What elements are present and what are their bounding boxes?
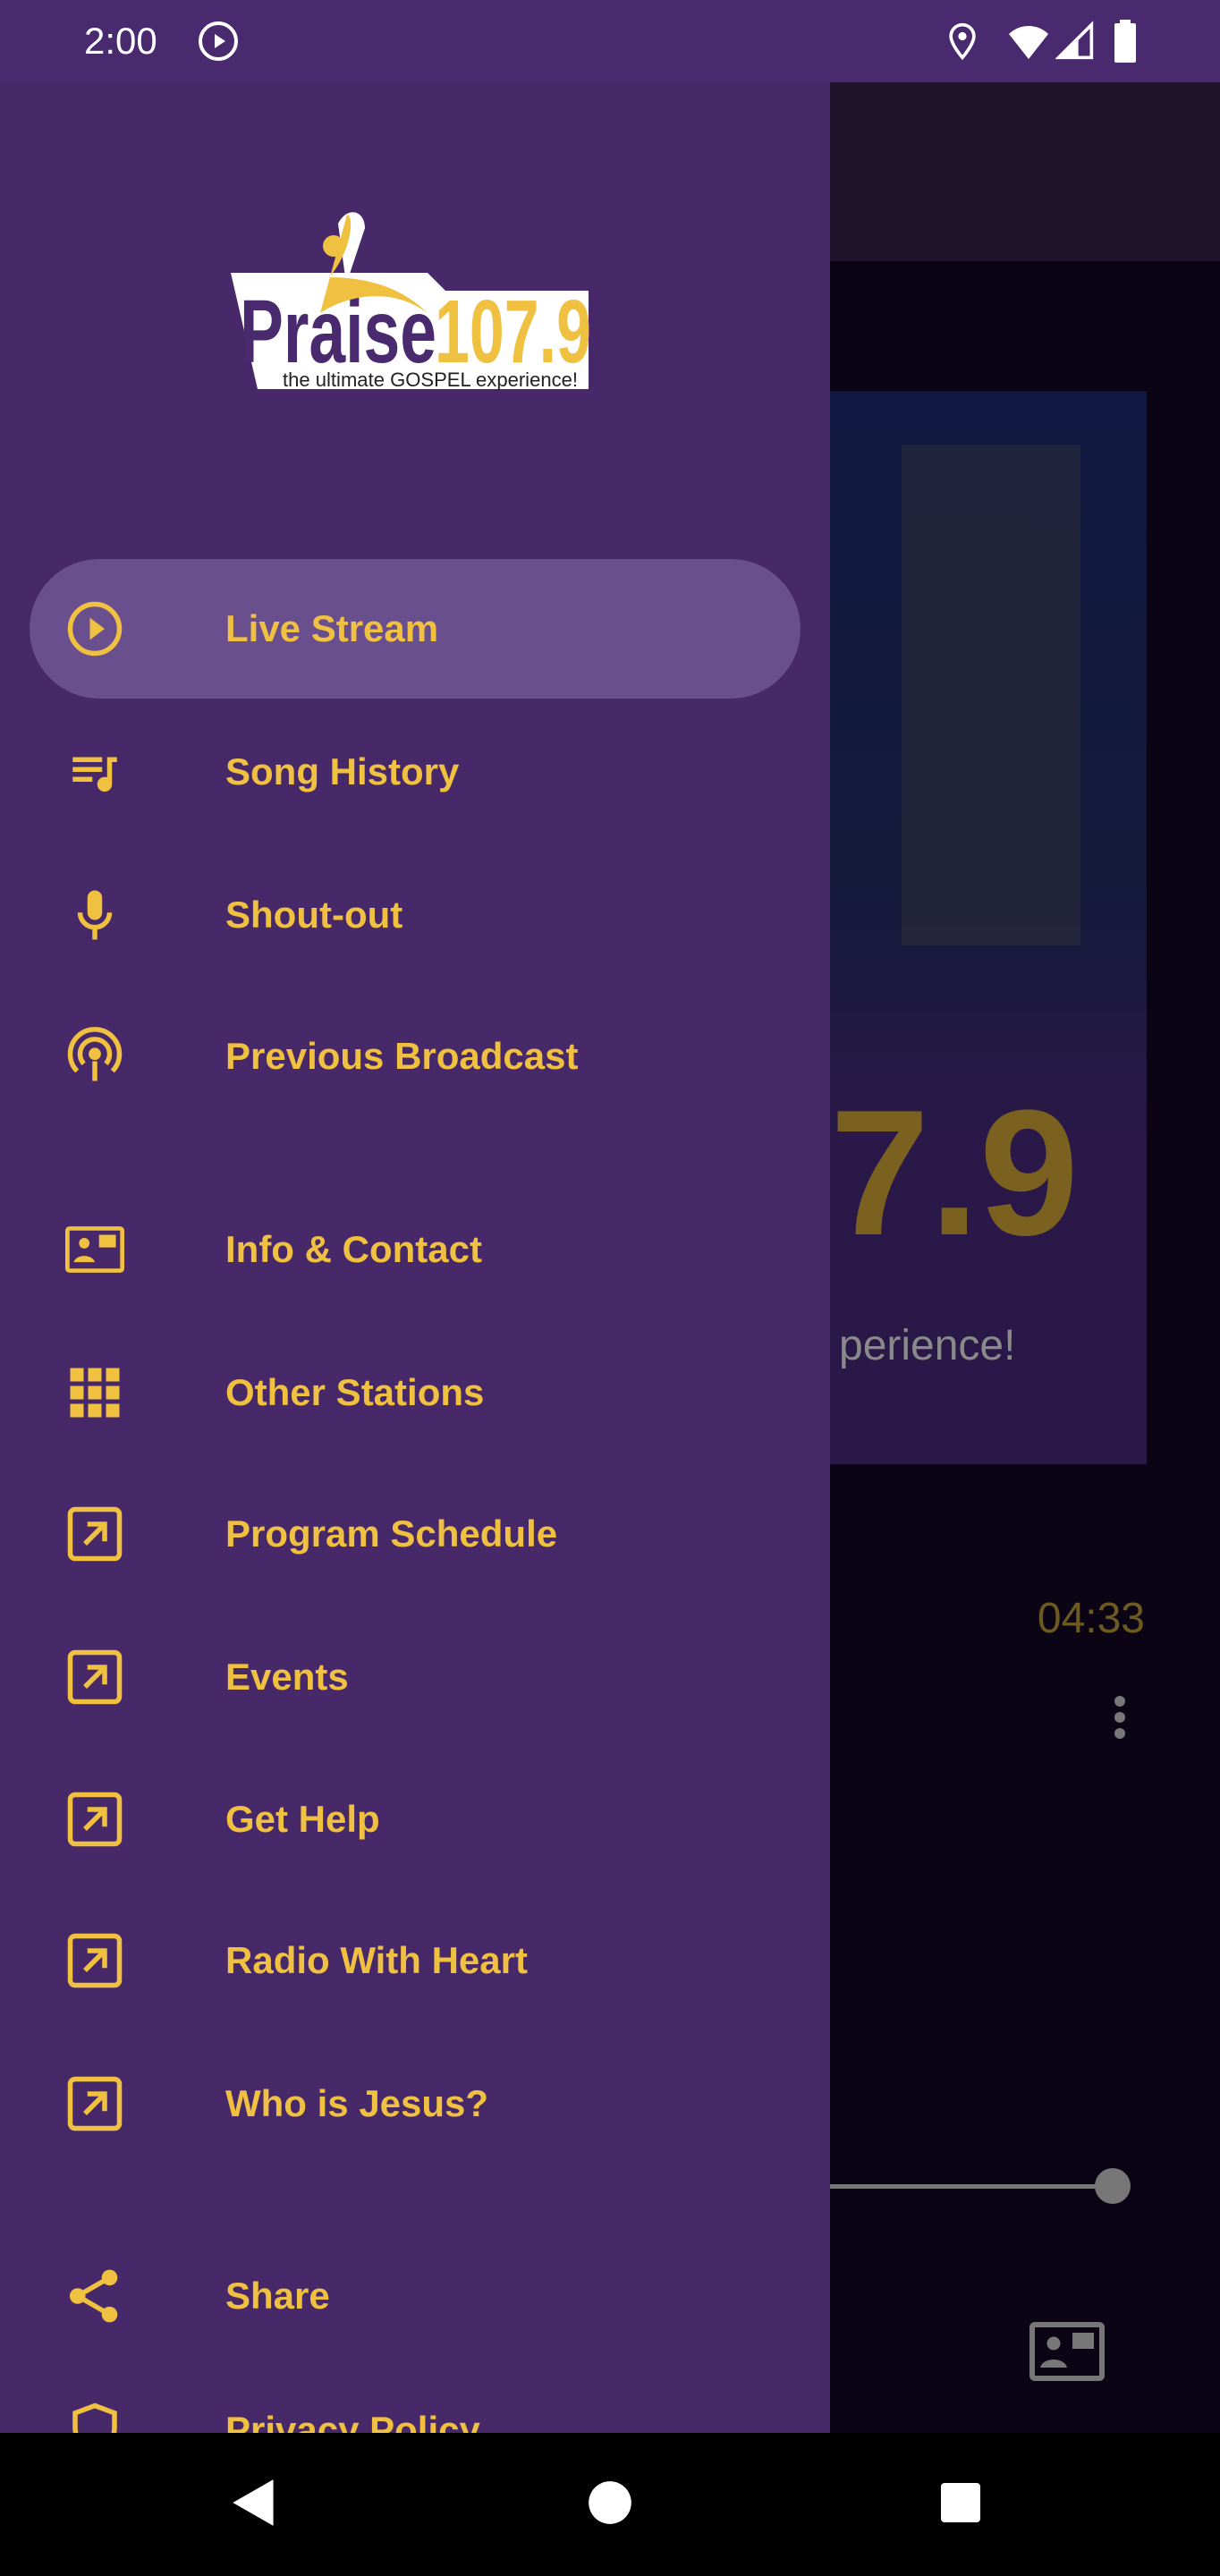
- menu-item-label: Song History: [225, 750, 460, 792]
- menu-item-label: Who is Jesus?: [225, 2082, 489, 2124]
- external-link-icon: [65, 1931, 124, 1990]
- menu-item-live-stream[interactable]: Live Stream: [30, 559, 801, 699]
- contact-card-icon: [65, 1220, 124, 1279]
- menu-item-label: Program Schedule: [225, 1513, 558, 1555]
- menu-item-label: Live Stream: [225, 607, 439, 649]
- signal-icon: [1055, 21, 1094, 60]
- menu-item-info-contact[interactable]: Info & Contact: [30, 1180, 801, 1319]
- menu-item-label: Get Help: [225, 1798, 380, 1840]
- menu-item-label: Info & Contact: [225, 1228, 482, 1270]
- station-artwork: 7.9 perience!: [830, 391, 1147, 1464]
- svg-text:the ultimate GOSPEL experience: the ultimate GOSPEL experience!: [283, 369, 578, 391]
- share-icon: [65, 2267, 124, 2326]
- menu-item-other-stations[interactable]: Other Stations: [30, 1323, 801, 1462]
- slider-knob[interactable]: [1095, 2168, 1131, 2204]
- menu-item-label: Other Stations: [225, 1371, 485, 1413]
- menu-item-label: Share: [225, 2275, 330, 2317]
- contact-card-icon[interactable]: [1029, 2322, 1106, 2381]
- track-duration: 04:33: [1037, 1595, 1145, 1642]
- app-bar: [830, 82, 1220, 261]
- external-link-icon: [65, 1790, 124, 1849]
- shield-icon: [65, 2401, 124, 2433]
- home-button[interactable]: [587, 2479, 633, 2526]
- play-circle-icon: [65, 599, 124, 658]
- menu-item-who-is-jesus[interactable]: Who is Jesus?: [30, 2034, 801, 2174]
- play-circle-icon: [199, 21, 238, 61]
- recents-button[interactable]: [939, 2481, 982, 2524]
- status-bar: 2:00: [0, 0, 1220, 82]
- menu-item-radio-with-heart[interactable]: Radio With Heart: [30, 1891, 801, 2030]
- menu-item-song-history[interactable]: Song History: [30, 702, 801, 842]
- menu-item-label: Radio With Heart: [225, 1939, 528, 1981]
- menu-item-get-help[interactable]: Get Help: [30, 1750, 801, 1889]
- menu-item-label: Events: [225, 1656, 349, 1698]
- wifi-icon: [1009, 26, 1048, 59]
- grid-icon: [65, 1363, 124, 1422]
- svg-text:107.9: 107.9: [435, 282, 591, 382]
- status-time: 2:00: [84, 20, 157, 62]
- external-link-icon: [65, 1504, 124, 1563]
- playlist-icon: [65, 742, 124, 801]
- external-link-icon: [65, 1648, 124, 1707]
- menu-item-label: Previous Broadcast: [225, 1035, 579, 1077]
- menu-item-label: Shout-out: [225, 894, 403, 936]
- back-button[interactable]: [231, 2478, 277, 2528]
- menu-item-program-schedule[interactable]: Program Schedule: [30, 1464, 801, 1604]
- progress-slider[interactable]: [830, 2184, 1113, 2189]
- menu-item-events[interactable]: Events: [30, 1607, 801, 1747]
- menu-item-privacy-policy[interactable]: Privacy Policy: [30, 2360, 801, 2433]
- location-icon: [949, 22, 976, 61]
- battery-icon: [1114, 20, 1136, 63]
- menu-item-label: Privacy Policy: [225, 2409, 480, 2433]
- microphone-icon: [65, 886, 124, 945]
- external-link-icon: [65, 2074, 124, 2133]
- more-options-icon[interactable]: [1111, 1696, 1129, 1744]
- podcast-icon: [65, 1027, 124, 1086]
- navigation-drawer: Praise 107.9 the ultimate GOSPEL experie…: [0, 82, 830, 2433]
- station-logo: Praise 107.9 the ultimate GOSPEL experie…: [231, 212, 591, 391]
- menu-item-shout-out[interactable]: Shout-out: [30, 845, 801, 985]
- menu-item-previous-broadcast[interactable]: Previous Broadcast: [30, 987, 801, 1126]
- system-navigation-bar: [0, 2433, 1220, 2576]
- menu-item-share[interactable]: Share: [30, 2226, 801, 2366]
